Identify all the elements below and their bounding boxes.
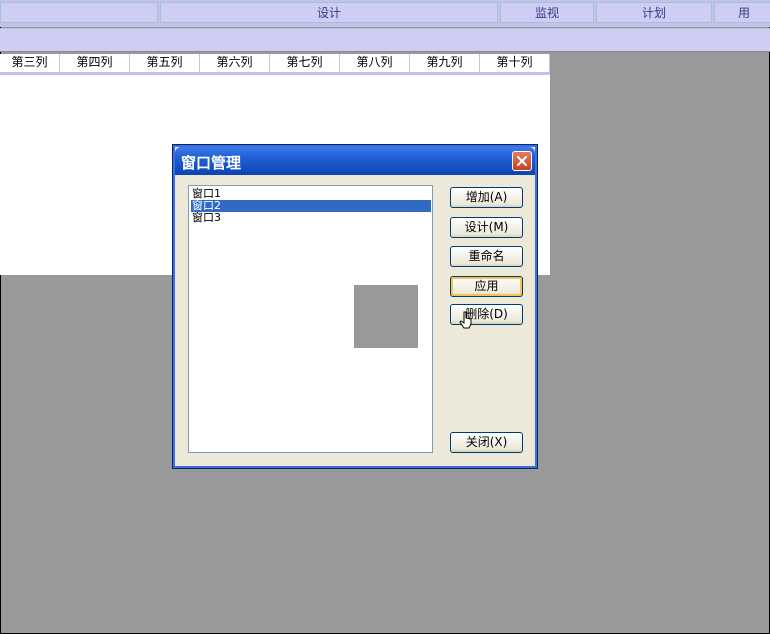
tab-plan[interactable]: 计划 [596,2,712,23]
cursor-icon [459,311,473,332]
column-header[interactable]: 第十列 [480,54,550,72]
close-button[interactable]: 关闭(X) [450,432,523,453]
list-item[interactable]: 窗口1 [191,188,431,200]
preview-placeholder [354,285,418,348]
sub-toolbar [0,28,770,52]
dialog-titlebar[interactable]: 窗口管理 [175,147,535,175]
add-button[interactable]: 增加(A) [450,187,523,208]
column-header[interactable]: 第四列 [60,54,130,72]
column-header-row: 第三列 第四列 第五列 第六列 第七列 第八列 第九列 第十列 [0,54,550,75]
column-header[interactable]: 第六列 [200,54,270,72]
dialog-body: 窗口1 窗口2 窗口3 增加(A) 设计(M) 重命名 应用 删除(D) 关闭(… [177,175,533,464]
design-button[interactable]: 设计(M) [450,217,523,238]
tab-blank[interactable] [0,2,158,23]
window-manager-dialog: 窗口管理 窗口1 窗口2 窗口3 增加(A) 设计(M) 重命名 应用 删除(D… [172,144,538,469]
tab-monitor[interactable]: 监视 [500,2,594,23]
top-tab-bar: 设计 监视 计划 用 [0,0,770,27]
column-header[interactable]: 第九列 [410,54,480,72]
rename-button[interactable]: 重命名 [450,246,523,267]
apply-button[interactable]: 应用 [450,276,523,297]
dialog-title: 窗口管理 [181,154,242,172]
column-header[interactable]: 第七列 [270,54,340,72]
window-listbox[interactable]: 窗口1 窗口2 窗口3 [188,185,433,453]
list-item-selected[interactable]: 窗口2 [191,200,431,212]
list-item[interactable]: 窗口3 [191,212,431,224]
column-header[interactable]: 第三列 [0,54,60,72]
column-header[interactable]: 第八列 [340,54,410,72]
close-icon[interactable] [512,151,532,171]
tab-user[interactable]: 用 [714,2,770,23]
tab-design[interactable]: 设计 [160,2,498,23]
column-header[interactable]: 第五列 [130,54,200,72]
